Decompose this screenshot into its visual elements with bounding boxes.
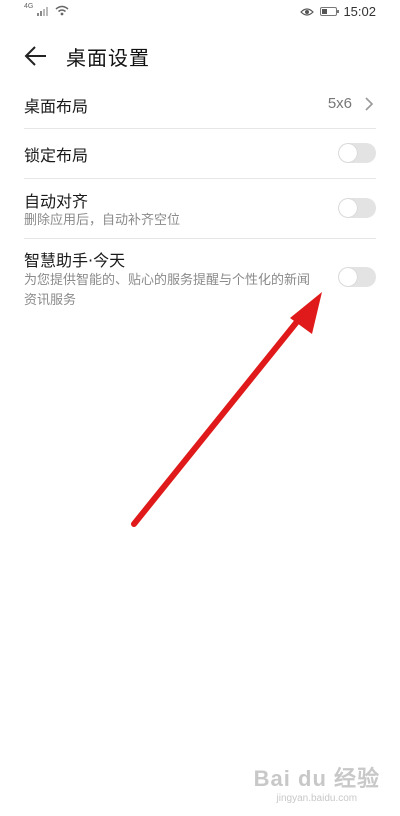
lock-layout-toggle[interactable] — [338, 143, 376, 163]
page-title: 桌面设置 — [66, 46, 150, 70]
desktop-layout-label: 桌面布局 — [24, 97, 89, 116]
status-left: 4G — [24, 3, 69, 16]
status-right: 15:02 — [300, 4, 376, 19]
smart-assistant-label: 智慧助手·今天 — [24, 251, 126, 270]
auto-align-description: 删除应用后，自动补齐空位 — [24, 213, 181, 228]
auto-align-label: 自动对齐 — [24, 192, 89, 211]
smart-assistant-toggle[interactable] — [338, 267, 376, 287]
watermark-logo: Bai du 经验 — [253, 766, 380, 791]
lock-layout-label: 锁定布局 — [24, 146, 89, 165]
desktop-layout-value: 5x6 — [327, 95, 352, 112]
network-type: 4G — [24, 3, 34, 10]
eye-icon — [300, 7, 315, 16]
lock-layout-row: 锁定布局 — [24, 129, 376, 179]
wifi-icon — [55, 5, 69, 16]
desktop-layout-row[interactable]: 桌面布局 5x6 — [24, 80, 376, 129]
smart-assistant-description: 为您提供智能的、贴心的服务提醒与个性化的新闻资讯服务 — [24, 273, 311, 308]
status-bar: 4G 15:02 — [0, 0, 400, 26]
battery-icon — [320, 7, 340, 16]
toggle-knob — [339, 268, 357, 286]
arrow-left-icon — [24, 46, 46, 66]
auto-align-toggle[interactable] — [338, 198, 376, 218]
toggle-knob — [339, 199, 357, 217]
baidu-watermark: Bai du 经验 jingyan.baidu.com — [254, 761, 380, 804]
watermark-url: jingyan.baidu.com — [276, 793, 358, 804]
chevron-right-icon — [365, 97, 374, 111]
header: 桌面设置 — [0, 30, 400, 80]
smart-assistant-row: 智慧助手·今天 为您提供智能的、贴心的服务提醒与个性化的新闻资讯服务 — [24, 239, 376, 315]
back-button[interactable] — [20, 40, 52, 72]
battery-level — [322, 9, 328, 14]
clock: 15:02 — [343, 4, 376, 19]
toggle-knob — [339, 144, 357, 162]
auto-align-row: 自动对齐 删除应用后，自动补齐空位 — [24, 179, 376, 239]
signal-icon — [37, 7, 49, 16]
